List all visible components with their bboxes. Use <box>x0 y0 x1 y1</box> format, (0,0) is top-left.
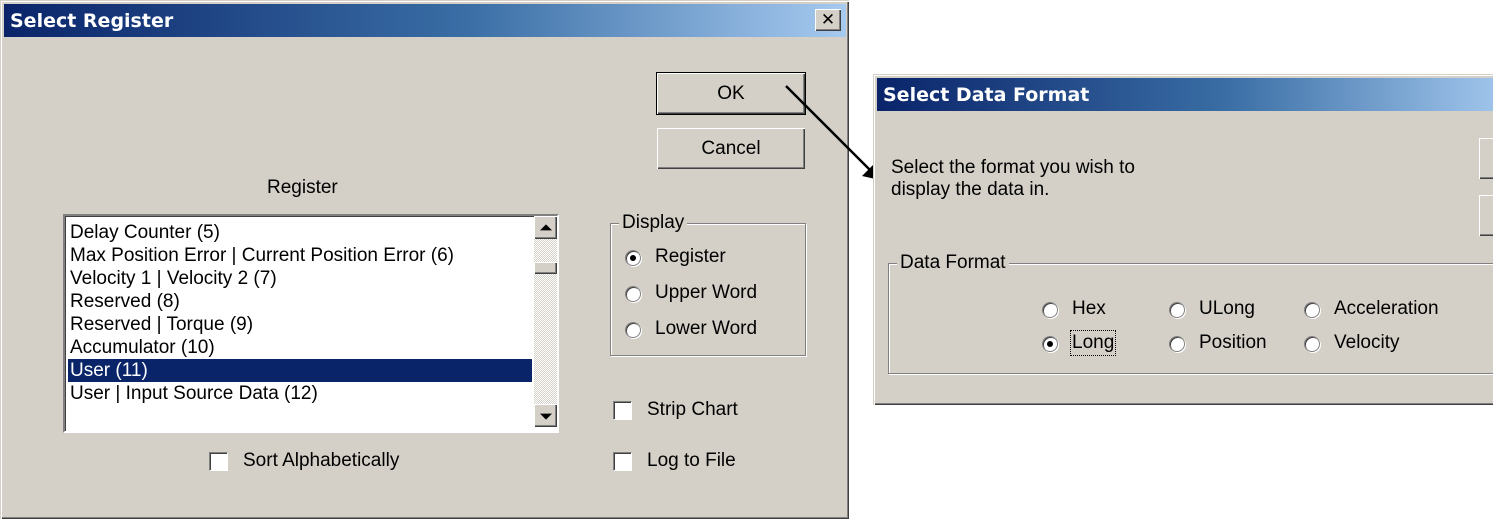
scroll-thumb[interactable] <box>534 262 557 274</box>
log-to-file-label: Log to File <box>647 450 736 471</box>
description-line-1: Select the format you wish to <box>891 157 1135 178</box>
ok-button-partial[interactable] <box>1479 138 1493 179</box>
register-listbox[interactable]: Delay Counter (5) Max Position Error | C… <box>63 214 559 433</box>
select-register-dialog: Select Register ✕ OK Cancel Register Del… <box>0 0 849 519</box>
checkbox-box[interactable] <box>613 452 632 471</box>
ok-button-label: OK <box>717 83 745 104</box>
radio-hex-label: Hex <box>1072 298 1106 319</box>
data-format-group: Data Format Hex ULong Acceleration Long … <box>888 252 1493 374</box>
radio-ulong-label: ULong <box>1199 298 1255 319</box>
data-format-legend: Data Format <box>897 252 1009 274</box>
list-item[interactable]: Reserved | Torque (9) <box>68 313 532 336</box>
scroll-up-button[interactable] <box>534 216 557 239</box>
radio-button[interactable] <box>1042 302 1058 318</box>
radio-lower-word-label: Lower Word <box>655 318 758 339</box>
cancel-button-label: Cancel <box>701 138 761 159</box>
radio-button[interactable] <box>1169 302 1185 318</box>
strip-chart-label: Strip Chart <box>647 399 738 420</box>
close-icon: ✕ <box>820 10 836 30</box>
radio-button[interactable] <box>1304 336 1320 352</box>
list-item[interactable]: User | Input Source Data (12) <box>68 382 532 405</box>
radio-button[interactable] <box>1304 302 1320 318</box>
checkbox-box[interactable] <box>613 401 632 420</box>
arrow-down-icon <box>539 413 552 420</box>
radio-button[interactable] <box>1169 336 1185 352</box>
title-bar[interactable]: Select Register ✕ <box>4 4 846 37</box>
list-item-selected[interactable]: User (11) <box>68 359 532 382</box>
cancel-button-partial[interactable] <box>1479 195 1493 236</box>
close-button[interactable]: ✕ <box>815 9 841 31</box>
sort-alphabetically-label: Sort Alphabetically <box>243 450 400 471</box>
radio-button[interactable] <box>1042 336 1058 352</box>
radio-button[interactable] <box>625 322 641 338</box>
dialog-title: Select Data Format <box>883 84 1090 106</box>
select-data-format-dialog: Select Data Format Select the format you… <box>873 74 1493 405</box>
scroll-down-button[interactable] <box>534 404 557 427</box>
display-group-legend: Display <box>619 212 688 234</box>
radio-button[interactable] <box>625 250 641 266</box>
radio-acceleration-label: Acceleration <box>1334 298 1439 319</box>
display-group: Display Register Upper Word Lower Word <box>610 212 806 356</box>
list-scrollbar[interactable] <box>534 216 557 427</box>
radio-long-label: Long <box>1069 330 1117 356</box>
radio-position-label: Position <box>1199 332 1267 353</box>
list-item[interactable]: Accumulator (10) <box>68 336 532 359</box>
radio-register-label: Register <box>655 246 726 267</box>
register-heading: Register <box>267 177 338 198</box>
radio-upper-word-label: Upper Word <box>655 282 758 303</box>
list-item[interactable]: Reserved (8) <box>68 290 532 313</box>
dialog-title: Select Register <box>10 10 174 32</box>
description-line-2: display the data in. <box>891 179 1050 200</box>
list-item[interactable]: Delay Counter (5) <box>68 221 532 244</box>
list-item[interactable]: Velocity 1 | Velocity 2 (7) <box>68 267 532 290</box>
title-bar[interactable]: Select Data Format <box>877 78 1493 111</box>
checkbox-box[interactable] <box>209 452 228 471</box>
radio-button[interactable] <box>625 286 641 302</box>
radio-velocity-label: Velocity <box>1334 332 1400 353</box>
arrow-up-icon <box>539 223 552 230</box>
list-item[interactable]: Max Position Error | Current Position Er… <box>68 244 532 267</box>
